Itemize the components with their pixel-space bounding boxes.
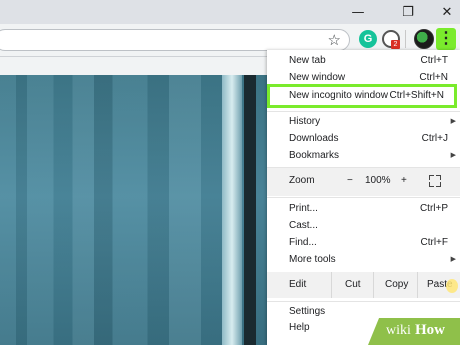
menu-divider	[267, 111, 460, 112]
restore-button[interactable]: ❐	[393, 0, 423, 24]
profile-avatar-icon[interactable]	[414, 29, 434, 49]
minimize-icon: —	[351, 4, 365, 20]
title-bar: — ❐ ✕	[0, 0, 460, 24]
menu-item-more-tools[interactable]: More tools ▶	[267, 252, 460, 268]
zoom-row: Zoom − 100% +	[267, 168, 460, 196]
menu-divider	[267, 197, 460, 198]
close-icon: ✕	[441, 4, 453, 20]
zoom-in-button[interactable]: +	[401, 175, 407, 186]
submenu-arrow-icon: ▶	[450, 256, 456, 263]
grammarly-extension-icon[interactable]: G	[359, 30, 377, 48]
menu-item-cast[interactable]: Cast...	[267, 218, 460, 234]
bookmark-star-icon[interactable]: ☆	[328, 31, 341, 49]
menu-item-print[interactable]: Print... Ctrl+P	[267, 201, 460, 217]
toolbar-divider	[405, 30, 406, 48]
wood-shadow	[244, 75, 256, 345]
bookmarks-bar	[0, 57, 268, 75]
extension-badge: 2	[391, 40, 400, 49]
submenu-arrow-icon: ▶	[450, 152, 456, 159]
fullscreen-icon[interactable]	[429, 175, 441, 187]
restore-icon: ❐	[402, 4, 414, 20]
copy-button[interactable]: Copy	[385, 279, 408, 290]
close-button[interactable]: ✕	[432, 0, 460, 24]
menu-item-settings[interactable]: Settings	[267, 304, 460, 320]
menu-item-new-tab[interactable]: New tab Ctrl+T	[267, 53, 460, 69]
menu-item-downloads[interactable]: Downloads Ctrl+J	[267, 131, 460, 147]
address-bar[interactable]: ☆	[0, 29, 350, 51]
minimize-button[interactable]: —	[343, 0, 373, 24]
submenu-arrow-icon: ▶	[450, 118, 456, 125]
zoom-value: 100%	[365, 175, 391, 186]
zoom-out-button[interactable]: −	[347, 175, 353, 186]
menu-divider	[267, 301, 460, 302]
edit-label: Edit	[289, 279, 307, 290]
chrome-menu-button[interactable]: ⋮	[436, 28, 456, 50]
menu-item-find[interactable]: Find... Ctrl+F	[267, 235, 460, 251]
menu-item-history[interactable]: History ▶	[267, 114, 460, 130]
edit-row: Edit Cut Copy Paste	[267, 272, 460, 298]
wikihow-logo: wiki How	[368, 318, 460, 345]
menu-item-new-incognito-window[interactable]: New incognito window Ctrl+Shift+N	[267, 84, 457, 108]
mouse-cursor	[446, 279, 458, 293]
page-content-image	[0, 75, 268, 345]
wood-highlight	[222, 75, 242, 345]
menu-item-bookmarks[interactable]: Bookmarks ▶	[267, 148, 460, 164]
cut-button[interactable]: Cut	[345, 279, 361, 290]
zoom-label: Zoom	[289, 175, 315, 186]
